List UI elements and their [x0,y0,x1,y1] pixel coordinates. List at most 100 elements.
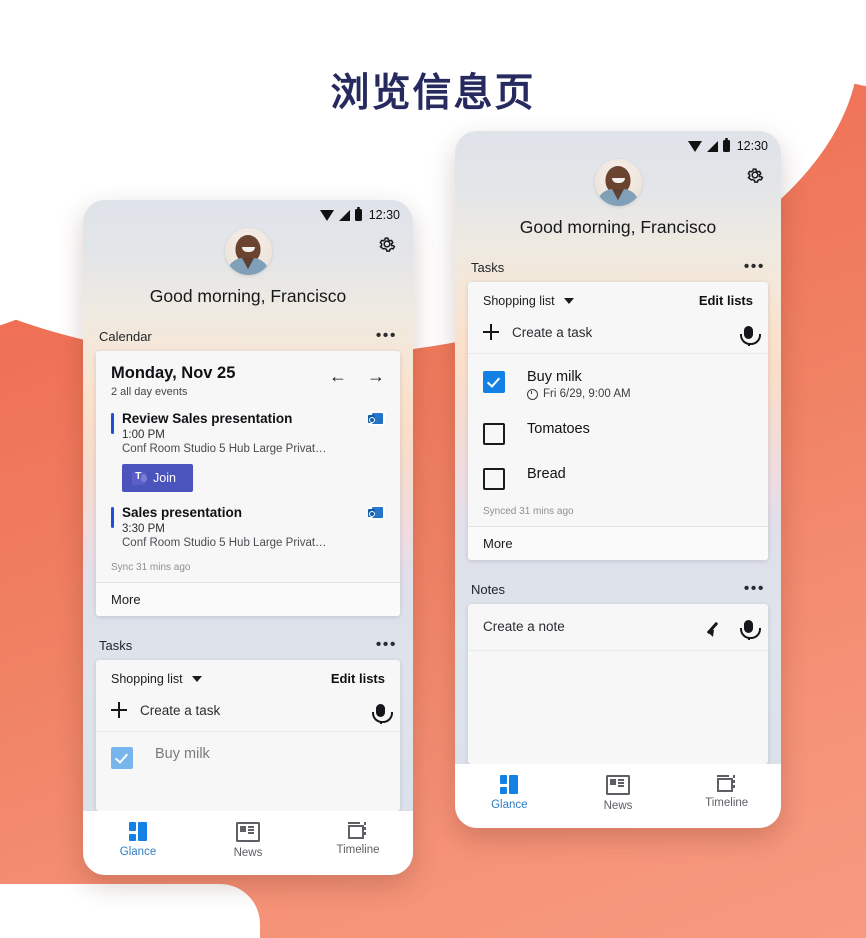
gear-icon[interactable] [745,165,765,185]
nav-item-timeline[interactable]: Timeline [672,775,781,812]
calendar-section-header: Calendar ••• [83,321,413,351]
news-icon [236,822,260,842]
task-list-selector[interactable]: Shopping list [111,672,202,686]
phone-screen-left: 12:30 Good morning, Francisco Calendar •… [83,200,413,875]
task-checkbox[interactable] [483,468,505,490]
nav-label-timeline: Timeline [336,844,380,856]
greeting-header-left: Good morning, Francisco [83,224,413,307]
calendar-card: Monday, Nov 25 2 all day events ← → Revi… [96,351,400,616]
event-location: Conf Room Studio 5 Hub Large Privat… [122,537,327,549]
calendar-more-button[interactable]: More [96,582,400,616]
white-corner-bottom-left [0,884,260,938]
event-location: Conf Room Studio 5 Hub Large Privat… [122,443,327,455]
chevron-down-icon [191,675,202,682]
outlook-icon [367,411,385,426]
tasks-card-header: Shopping list Edit lists [468,282,768,312]
task-checkbox[interactable] [483,371,505,393]
tasks-more-button[interactable]: More [468,526,768,560]
nav-item-news[interactable]: News [564,775,673,812]
task-row[interactable]: Bread [468,449,768,494]
notes-section-header: Notes ••• [455,574,781,604]
nav-item-glance[interactable]: Glance [83,822,193,859]
tasks-card: Shopping list Edit lists Create a task B… [468,282,768,560]
avatar-body [227,258,269,275]
plus-icon [111,702,127,718]
tasks-overflow-button[interactable]: ••• [744,259,765,275]
teams-icon [132,471,147,485]
edit-lists-button[interactable]: Edit lists [699,293,753,308]
task-title: Bread [527,466,566,482]
status-bar-right: 12:30 [455,131,781,155]
signal-icon [338,209,350,221]
timeline-icon [348,822,368,839]
nav-label-news: News [603,800,633,812]
notes-card: Create a note [468,604,768,764]
task-due: Fri 6/29, 9:00 AM [527,388,631,400]
task-list-name: Shopping list [483,293,555,308]
create-note-input[interactable]: Create a note [483,619,709,634]
news-icon [606,775,630,795]
create-task-input[interactable]: Create a task [140,703,376,718]
battery-icon [722,137,730,152]
create-task-row[interactable]: Create a task [468,312,768,354]
task-checkbox[interactable] [483,423,505,445]
nav-label-timeline: Timeline [705,797,749,809]
tasks-card-header: Shopping list Edit lists [96,660,400,690]
task-row[interactable]: Tomatoes [468,404,768,449]
calendar-overflow-button[interactable]: ••• [376,328,397,344]
tasks-sync-status: Synced 31 mins ago [483,506,574,517]
calendar-event[interactable]: Sales presentation 3:30 PM Conf Room Stu… [111,505,385,549]
avatar[interactable] [594,159,642,206]
calendar-next-day-button[interactable]: → [367,367,385,385]
event-accent-bar [111,507,114,528]
task-list-name: Shopping list [111,671,183,686]
calendar-event[interactable]: Review Sales presentation 1:00 PM Conf R… [111,411,385,492]
greeting-header-right: Good morning, Francisco [455,155,781,238]
greeting-text: Good morning, Francisco [149,286,347,306]
nav-item-news[interactable]: News [193,822,303,859]
alarm-icon [527,388,538,400]
task-checkbox[interactable] [111,747,133,769]
event-time: 3:30 PM [122,523,165,535]
event-time: 1:00 PM [122,429,165,441]
gear-icon[interactable] [377,234,397,254]
nav-item-timeline[interactable]: Timeline [303,822,413,859]
wifi-icon [319,209,334,221]
outlook-icon [367,505,385,520]
greeting-text: Good morning, Francisco [519,217,717,237]
nav-item-glance[interactable]: Glance [455,775,564,812]
calendar-card-header: Monday, Nov 25 2 all day events ← → [111,364,385,398]
notes-overflow-button[interactable]: ••• [744,581,765,597]
wifi-icon [687,140,702,152]
task-title: Buy milk [155,746,210,762]
microphone-icon[interactable] [372,703,393,724]
edit-lists-button[interactable]: Edit lists [331,671,385,686]
create-task-row[interactable]: Create a task [96,690,400,732]
avatar[interactable] [224,228,272,275]
create-task-input[interactable]: Create a task [512,325,744,340]
nav-label-news: News [233,847,263,859]
task-title: Tomatoes [527,421,590,437]
calendar-sync-status: Sync 31 mins ago [111,562,191,573]
microphone-icon[interactable] [740,620,761,640]
nav-label-glance: Glance [119,846,157,858]
page-title: 浏览信息页 [330,72,536,115]
pencil-icon[interactable] [709,619,724,634]
bottom-nav-right: Glance News Timeline [455,764,781,828]
tasks-overflow-button[interactable]: ••• [376,637,397,653]
task-row[interactable]: Buy milk Fri 6/29, 9:00 AM [468,354,768,404]
task-row[interactable]: Buy milk [96,732,400,773]
create-note-row[interactable]: Create a note [468,604,768,651]
nav-label-glance: Glance [491,799,528,811]
glance-grid-icon [128,822,148,841]
event-accent-bar [111,413,114,434]
tasks-section-header: Tasks ••• [455,252,781,282]
plus-icon [483,324,499,340]
task-list-selector[interactable]: Shopping list [483,294,574,308]
join-meeting-button[interactable]: Join [122,464,193,492]
timeline-icon [716,775,737,792]
microphone-icon[interactable] [740,325,761,346]
calendar-prev-day-button[interactable]: ← [329,367,347,385]
event-title: Sales presentation [122,505,243,520]
phone-screen-right: 12:30 Good morning, Francisco Tasks ••• … [455,131,781,828]
